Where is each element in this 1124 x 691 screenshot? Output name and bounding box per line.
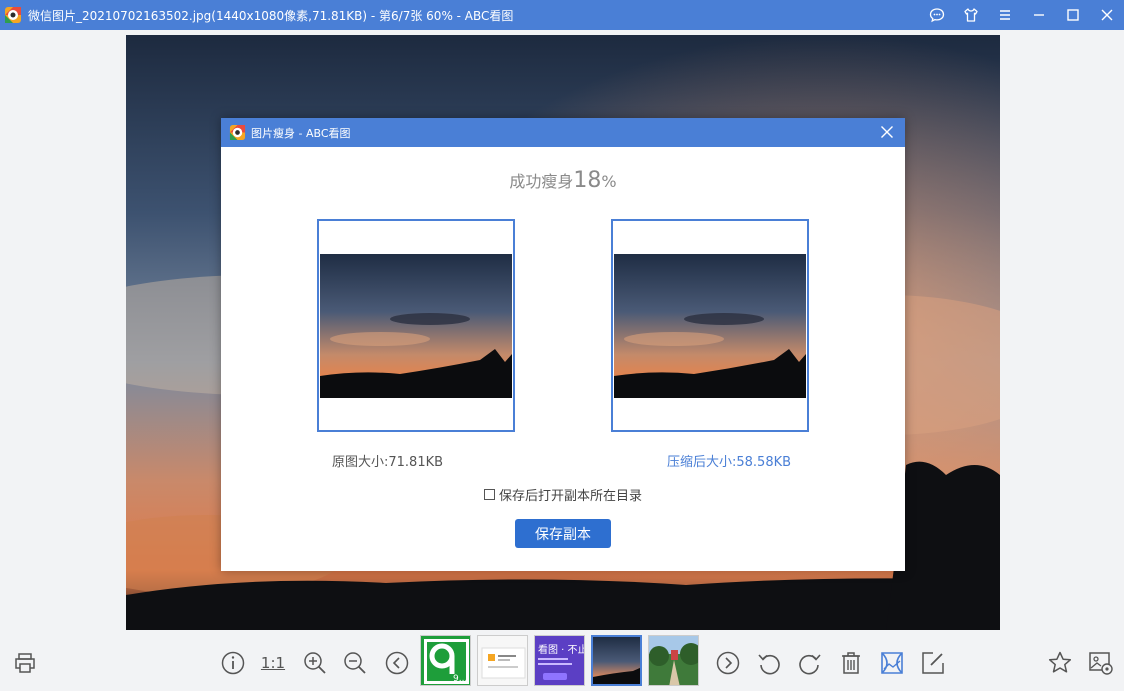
app-logo-icon (4, 6, 22, 24)
menu-icon[interactable] (988, 0, 1022, 30)
skin-icon[interactable] (954, 0, 988, 30)
zoom-in-icon[interactable] (300, 648, 330, 678)
open-dir-option[interactable]: 保存后打开副本所在目录 (221, 485, 905, 504)
compressed-preview (611, 219, 809, 432)
app-logo-icon (229, 124, 246, 141)
dialog-close-icon[interactable] (879, 124, 895, 140)
edit-icon[interactable] (918, 648, 948, 678)
thumbnail-item[interactable]: 看图 · 不止 (534, 635, 585, 686)
thumbnail-purple-text: 看图 · 不止 (538, 643, 585, 656)
prev-icon[interactable] (382, 648, 412, 678)
rotate-right-icon[interactable] (795, 648, 825, 678)
one-to-one-button[interactable]: 1:1 (258, 648, 288, 678)
dialog-title: 图片瘦身 - ABC看图 (251, 126, 351, 140)
one-to-one-label: 1:1 (260, 654, 286, 672)
thumbnail-green-text: 9... (453, 674, 467, 684)
chat-icon[interactable] (920, 0, 954, 30)
success-message: 成功瘦身18% (221, 168, 905, 193)
thumbnail-item[interactable] (477, 635, 528, 686)
original-size-label: 原图大小:71.81KB (332, 455, 444, 470)
success-suffix: % (601, 172, 617, 191)
thumbnail-item-active[interactable] (591, 635, 642, 686)
next-icon[interactable] (713, 648, 743, 678)
rotate-left-icon[interactable] (754, 648, 784, 678)
original-preview (317, 219, 515, 432)
info-icon[interactable] (218, 648, 248, 678)
window-titlebar: 微信图片_20210702163502.jpg(1440x1080像素,71.8… (0, 0, 1124, 30)
window-title: 微信图片_20210702163502.jpg(1440x1080像素,71.8… (28, 8, 514, 23)
maximize-icon[interactable] (1056, 0, 1090, 30)
slim-dialog: 图片瘦身 - ABC看图 成功瘦身18% 原图大小:71.81KB 压缩后大小:… (221, 118, 905, 571)
close-icon[interactable] (1090, 0, 1124, 30)
compressed-size-label: 压缩后大小:58.58KB (667, 455, 792, 470)
thumbnail-item[interactable]: 9... (420, 635, 471, 686)
thumbnail-strip: 9... 看图 · 不止 (420, 635, 699, 687)
compressed-thumbnail (614, 254, 806, 398)
zoom-out-icon[interactable] (340, 648, 370, 678)
success-prefix: 成功瘦身 (509, 172, 574, 191)
dialog-titlebar: 图片瘦身 - ABC看图 (221, 118, 905, 147)
image-settings-icon[interactable] (1086, 648, 1116, 678)
open-dir-label: 保存后打开副本所在目录 (498, 489, 642, 504)
original-thumbnail (320, 254, 512, 398)
slim-icon[interactable] (877, 648, 907, 678)
minimize-icon[interactable] (1022, 0, 1056, 30)
success-value: 18 (573, 168, 602, 193)
save-copy-button[interactable]: 保存副本 (515, 519, 611, 548)
delete-icon[interactable] (836, 648, 866, 678)
thumbnail-item[interactable] (648, 635, 699, 686)
print-icon[interactable] (10, 648, 40, 678)
bottom-toolbar: 1:1 9... 看图 · 不止 (0, 630, 1124, 691)
favorite-icon[interactable] (1045, 648, 1075, 678)
open-dir-checkbox[interactable] (483, 489, 495, 500)
